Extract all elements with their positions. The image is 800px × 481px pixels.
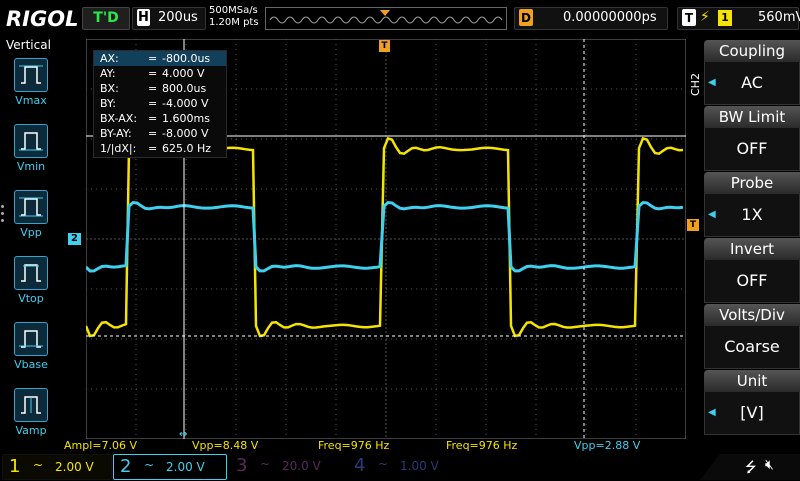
left-menu-title: Vertical	[6, 38, 51, 52]
menu-value: Coarse	[724, 337, 780, 356]
timebase-value: 200us	[158, 10, 198, 25]
speaker-muted-icon[interactable]: 🔇︎	[765, 457, 774, 473]
measure-vbase[interactable]: Vbase	[11, 322, 51, 371]
delay-box[interactable]: D 0.00000000ps	[514, 7, 668, 30]
menu-title: Unit	[704, 370, 800, 392]
menu-title: Probe	[704, 172, 800, 194]
vbase-icon	[14, 322, 48, 356]
vmin-label: Vmin	[16, 160, 46, 173]
menu-value: OFF	[736, 271, 768, 290]
measurement-ampl: Ampl=7.06 V	[64, 439, 138, 452]
ch3-status[interactable]: 3 ~ 20.0 V	[230, 454, 342, 478]
trigger-status: T'D	[82, 7, 130, 30]
measure-vpp[interactable]: Vpp	[11, 190, 51, 239]
cursor-row: BY: = -4.000 V	[100, 97, 209, 110]
ch4-status[interactable]: 4 ~ 1.00 V	[348, 454, 460, 478]
channel-tab: CH2	[689, 73, 702, 96]
vtop-icon	[14, 256, 48, 290]
status-bar: RIGOL T'D H 200us 500MSa/s 1.20M pts D 0…	[0, 0, 800, 36]
ac-coupling-icon: ~	[144, 458, 155, 472]
cursor-readout-table: AX: = -800.0us AY: = 4.000 V BX: = 800.0us BY:…	[93, 50, 227, 158]
memory-overview	[265, 7, 507, 30]
cursor-row: BX-AX: = 1.600ms	[100, 112, 210, 125]
cursor-row: AY: = 4.000 V	[100, 67, 205, 80]
measure-vmin[interactable]: Vmin	[11, 124, 51, 173]
cursor-row: AX: = -800.0us	[94, 51, 226, 66]
menu-invert[interactable]: Invert OFF	[704, 238, 800, 303]
trigger-source: 1	[718, 10, 732, 26]
channel-bar: 1 ~ 2.00 V 2 ~ 2.00 V 3 ~ 20.0 V 4 ~ 1.0…	[0, 454, 800, 480]
trigger-position-marker[interactable]: T	[379, 40, 390, 52]
trigger-level: 560mV	[758, 10, 800, 25]
delay-key: D	[519, 9, 533, 26]
menu-coupling[interactable]: Coupling ◀ AC	[704, 40, 800, 105]
measurement-freq: Freq=976 Hz	[446, 439, 518, 452]
menu-value: 1X	[741, 205, 763, 224]
brand-logo: RIGOL	[6, 7, 79, 31]
menu-dot-icon	[1, 219, 4, 222]
menu-probe[interactable]: Probe ◀ 1X	[704, 172, 800, 237]
measure-vmax[interactable]: Vmax	[11, 58, 51, 107]
ch2-status[interactable]: 2 ~ 2.00 V	[113, 454, 227, 480]
menu-unit[interactable]: Unit ◀ [V]	[704, 370, 800, 435]
measurement-vpp-ch2: Vpp=2.88 V	[574, 439, 641, 452]
vmax-icon	[14, 58, 48, 92]
delay-value: 0.00000000ps	[563, 10, 657, 25]
memory-depth: 1.20M pts	[209, 17, 259, 28]
menu-volts-div[interactable]: Volts/Div Coarse	[704, 304, 800, 369]
measurement-freq: Freq=976 Hz	[318, 439, 390, 452]
ac-coupling-icon: ~	[260, 457, 271, 471]
menu-title: Coupling	[704, 40, 800, 62]
cursor-arrow-icon: ↔	[179, 429, 187, 439]
cursor-row: BY-AY: = -8.000 V	[100, 127, 209, 140]
trigger-key: T	[682, 9, 696, 26]
trigger-level-marker[interactable]: T	[687, 219, 699, 231]
menu-dot-icon	[1, 205, 4, 208]
vamp-icon	[14, 388, 48, 422]
vpp-label: Vpp	[20, 226, 42, 239]
vtop-label: Vtop	[18, 292, 44, 305]
measurement-vpp: Vpp=8.48 V	[192, 439, 259, 452]
ac-coupling-icon: ~	[33, 458, 44, 472]
horizontal-key: H	[137, 9, 150, 26]
acquisition-info: 500MSa/s 1.20M pts	[209, 5, 259, 29]
ac-coupling-icon: ~	[378, 457, 389, 471]
vmin-icon	[14, 124, 48, 158]
menu-value: AC	[741, 73, 763, 92]
trigger-box[interactable]: T ⚡ 1 560mV	[677, 7, 800, 30]
menu-title: Volts/Div	[704, 304, 800, 326]
menu-bw-limit[interactable]: BW Limit OFF	[704, 106, 800, 171]
menu-title: BW Limit	[704, 106, 800, 128]
vbase-label: Vbase	[14, 358, 48, 371]
ch2-offset-marker[interactable]: 2	[68, 233, 81, 245]
vmax-label: Vmax	[15, 94, 47, 107]
cursor-row: BX: = 800.0us	[100, 82, 207, 95]
horizontal-timebase[interactable]: H 200us	[132, 7, 206, 30]
rising-edge-icon: ⚡	[700, 9, 710, 25]
vamp-label: Vamp	[15, 424, 47, 437]
cursor-row: 1/|dX|: = 625.0 Hz	[100, 142, 212, 155]
measure-vamp[interactable]: Vamp	[11, 388, 51, 437]
vpp-icon	[14, 190, 48, 224]
menu-value: OFF	[736, 139, 768, 158]
ch1-status[interactable]: 1 ~ 2.00 V	[2, 454, 112, 480]
usb-icon: ⭍	[745, 460, 757, 476]
menu-dot-icon	[1, 212, 4, 215]
menu-title: Invert	[704, 238, 800, 260]
menu-value: [V]	[740, 403, 764, 422]
waveform-overview-icon	[269, 10, 503, 24]
sample-rate: 500MSa/s	[209, 5, 258, 16]
measure-vtop[interactable]: Vtop	[11, 256, 51, 305]
